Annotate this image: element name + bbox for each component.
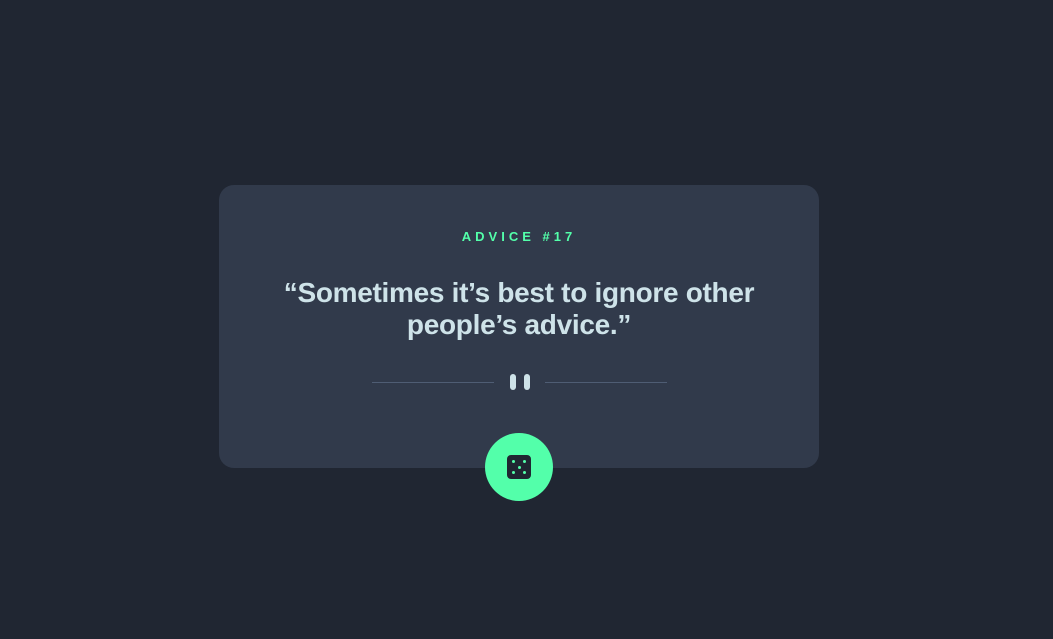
divider-line-right (545, 382, 667, 383)
new-advice-button[interactable] (485, 433, 553, 501)
pause-icon (510, 374, 530, 390)
divider-line-left (372, 382, 494, 383)
dice-icon (507, 455, 531, 479)
advice-quote: “Sometimes it’s best to ignore other peo… (283, 277, 755, 340)
advice-card: ADVICE #17 “Sometimes it’s best to ignor… (219, 185, 819, 468)
pattern-divider (372, 374, 667, 390)
advice-number: ADVICE #17 (461, 229, 577, 244)
